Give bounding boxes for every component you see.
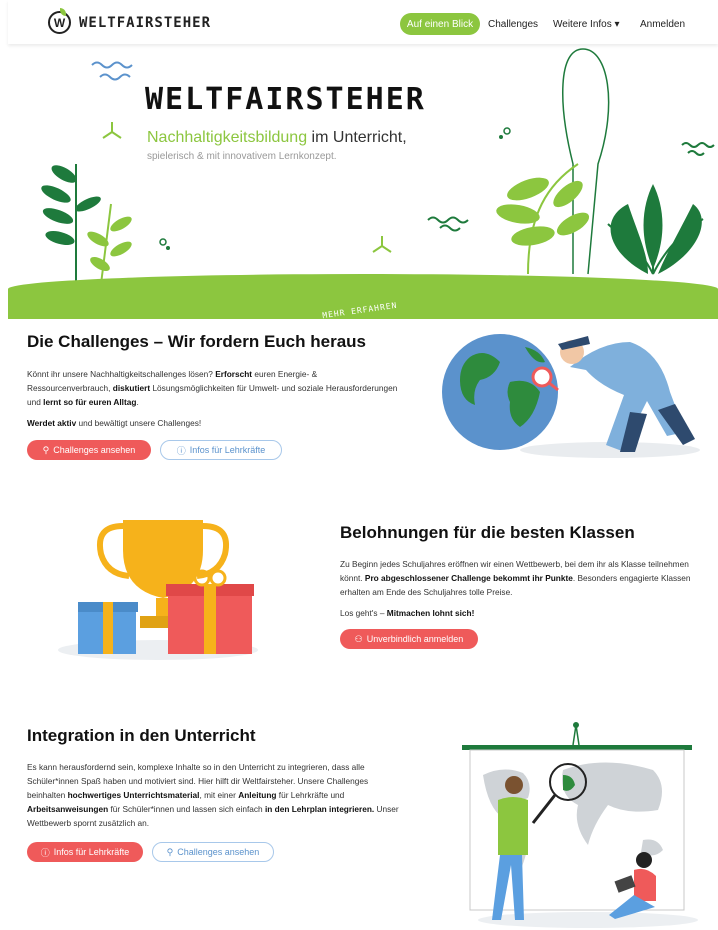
logo-text: WELTFAIRSTEHER <box>79 14 212 31</box>
nav-item-anmelden[interactable]: Anmelden <box>640 19 685 30</box>
plant-illustration <box>41 164 132 284</box>
hero-title: WELTFAIRSTEHER <box>145 82 426 117</box>
integration-heading: Integration in den Unterricht <box>27 726 256 745</box>
trophy-illustration <box>58 520 258 660</box>
hero-subtitle-highlight: Nachhaltigkeitsbildung <box>147 129 308 146</box>
seed-decoration-icon <box>102 122 122 139</box>
info-icon: ⓘ <box>40 847 50 858</box>
logo[interactable]: W WELTFAIRSTEHER <box>48 8 212 34</box>
nav-cta-button[interactable]: Auf einen Blick <box>400 13 480 35</box>
challenges-heading: Die Challenges – Wir fordern Euch heraus <box>27 332 366 351</box>
button-label: Infos für Lehrkräfte <box>53 847 130 857</box>
button-label: Infos für Lehrkräfte <box>189 445 266 455</box>
hero-subtitle-rest: im Unterricht, <box>307 129 407 146</box>
nav-item-challenges[interactable]: Challenges <box>488 19 538 30</box>
wave-decoration-icon <box>91 61 133 81</box>
button-label: Challenges ansehen <box>177 847 260 857</box>
info-icon: ⓘ <box>176 445 186 456</box>
nav-item-weitere-infos[interactable]: Weitere Infos ▾ <box>553 19 620 30</box>
user-add-icon: ⚇ <box>354 633 363 644</box>
rewards-paragraph: Zu Beginn jedes Schuljahres eröffnen wir… <box>340 559 691 597</box>
integration-paragraph: Es kann herausfordernd sein, komplexe In… <box>27 762 399 828</box>
challenges-cta-text: Werdet aktiv und bewältigt unsere Challe… <box>27 418 202 428</box>
register-button[interactable]: ⚇ Unverbindlich anmelden <box>340 629 478 649</box>
challenges-paragraph: Könnt ihr unsere Nachhaltigkeitschalleng… <box>27 369 398 407</box>
challenges-view-button-2[interactable]: ⚲ Challenges ansehen <box>152 842 274 862</box>
rewards-cta-text: Los geht's – Mitmachen lohnt sich! <box>340 608 475 618</box>
teacher-info-button-2[interactable]: ⓘ Infos für Lehrkräfte <box>27 842 143 862</box>
teacher-info-button[interactable]: ⓘ Infos für Lehrkräfte <box>160 440 282 460</box>
logo-letter: W <box>53 15 66 30</box>
challenges-view-button[interactable]: ⚲ Challenges ansehen <box>27 440 151 460</box>
plant-illustration <box>496 48 704 275</box>
top-navigation: W WELTFAIRSTEHER Auf einen Blick Challen… <box>8 0 718 44</box>
classroom-map-illustration <box>462 722 698 928</box>
rewards-heading: Belohnungen für die besten Klassen <box>340 523 635 542</box>
button-label: Unverbindlich anmelden <box>366 634 464 644</box>
logo-icon: W <box>48 8 71 34</box>
search-icon: ⚲ <box>42 444 50 455</box>
circle-decoration-icon <box>159 238 170 250</box>
seed-decoration-icon <box>372 236 392 253</box>
button-label: Challenges ansehen <box>53 445 136 455</box>
hero-section: WELTFAIRSTEHER Nachhaltigkeitsbildung im… <box>8 44 718 319</box>
search-icon: ⚲ <box>166 846 174 857</box>
hero-tagline: spielerisch & mit innovativem Lernkonzep… <box>147 151 337 162</box>
hero-subtitle: Nachhaltigkeitsbildung im Unterricht, <box>147 129 407 147</box>
explorer-illustration <box>442 334 700 458</box>
wave-decoration-icon <box>427 216 469 232</box>
